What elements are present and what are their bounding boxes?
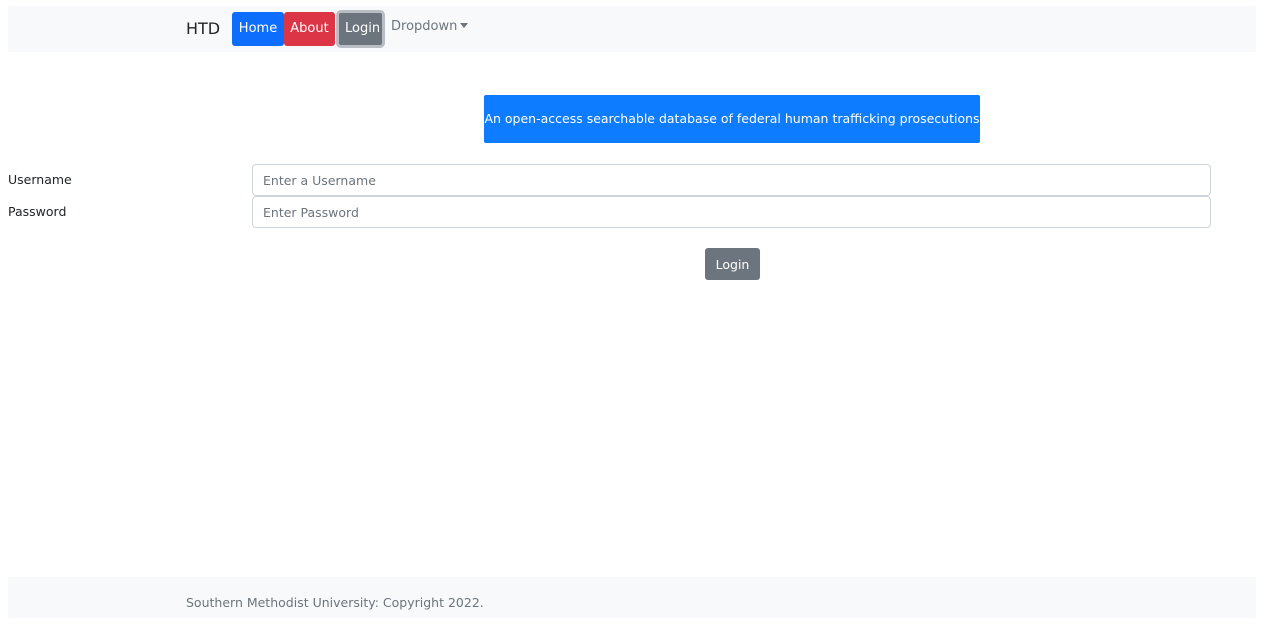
login-submit-button[interactable]: Login <box>705 248 760 280</box>
nav-about-button[interactable]: About <box>284 12 335 46</box>
caret-down-icon <box>460 23 469 28</box>
navbar-brand[interactable]: HTD <box>186 6 220 52</box>
nav-dropdown[interactable]: Dropdown <box>391 6 469 52</box>
footer: Southern Methodist University: Copyright… <box>8 577 1256 618</box>
footer-copyright: Southern Methodist University: Copyright… <box>186 595 484 610</box>
nav-dropdown-label: Dropdown <box>391 19 458 34</box>
password-input[interactable] <box>252 196 1211 228</box>
nav-login-button[interactable]: Login <box>336 10 385 48</box>
username-input[interactable] <box>252 164 1211 196</box>
navbar: HTD Home About Login Dropdown <box>8 6 1256 52</box>
username-label: Username <box>8 172 72 187</box>
password-label: Password <box>8 204 67 219</box>
nav-home-button[interactable]: Home <box>232 12 284 46</box>
info-banner: An open-access searchable database of fe… <box>484 95 980 143</box>
